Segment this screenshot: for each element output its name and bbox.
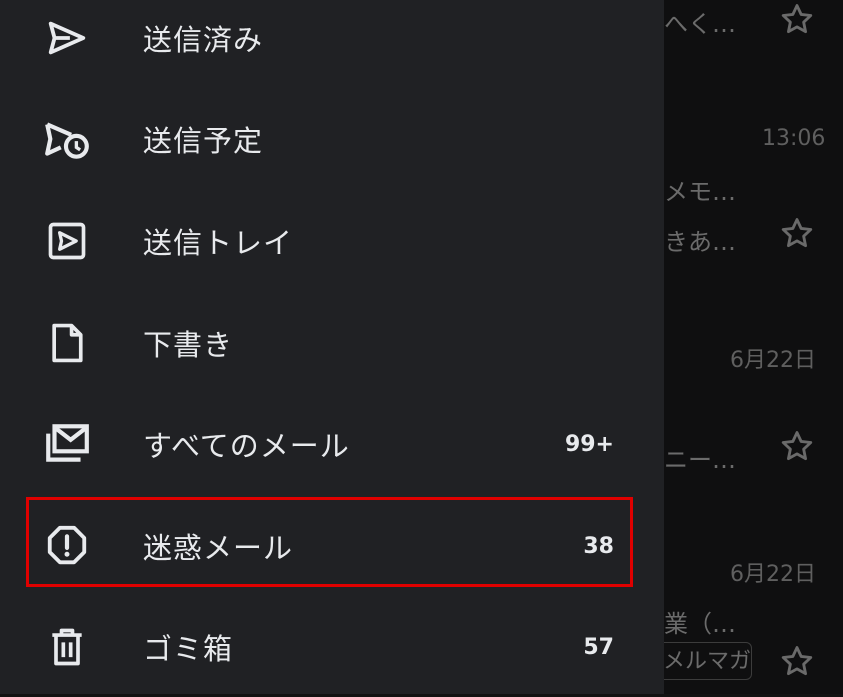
drawer-item-label: ゴミ箱 <box>143 632 234 666</box>
drawer-item-outbox[interactable]: 送信トレイ <box>0 191 664 291</box>
star-icon <box>778 427 816 465</box>
email-date: 6月22日 <box>730 348 816 373</box>
unread-count: 38 <box>583 533 614 559</box>
email-snippet: きあ… <box>664 228 736 256</box>
unread-count: 99+ <box>564 431 614 457</box>
draft-icon <box>40 316 94 370</box>
outbox-icon <box>40 214 94 268</box>
star-icon <box>778 0 816 38</box>
spam-icon <box>40 519 94 573</box>
email-snippet: メモ… <box>664 178 736 206</box>
drawer-item-sent[interactable]: 送信済み <box>0 0 664 88</box>
star-icon <box>778 642 816 680</box>
send-icon <box>40 11 94 65</box>
drawer-item-label: 下書き <box>143 328 234 362</box>
all-mail-icon <box>40 417 94 471</box>
scheduled-send-icon <box>40 112 94 166</box>
email-snippet: 業（… <box>664 610 736 638</box>
email-date: 13:06 <box>762 126 826 151</box>
navigation-drawer: 送信済み 送信予定 送信トレイ 下書き すべてのメール 99+ 迷惑メール 38… <box>0 0 664 694</box>
drawer-item-label: 送信予定 <box>143 124 264 158</box>
drawer-item-scheduled[interactable]: 送信予定 <box>0 89 664 189</box>
drawer-item-spam[interactable]: 迷惑メール 38 <box>0 496 664 596</box>
drawer-item-label: 送信済み <box>143 23 264 57</box>
star-icon <box>778 214 816 252</box>
trash-icon <box>40 620 94 674</box>
drawer-item-label: 迷惑メール <box>143 531 294 565</box>
email-snippet: へく… <box>664 10 736 38</box>
drawer-item-all-mail[interactable]: すべてのメール 99+ <box>0 394 664 494</box>
drawer-item-drafts[interactable]: 下書き <box>0 293 664 393</box>
unread-count: 57 <box>583 634 614 660</box>
drawer-item-label: すべてのメール <box>143 429 350 463</box>
drawer-item-label: 送信トレイ <box>143 226 294 260</box>
email-snippet: ニー… <box>664 446 736 474</box>
drawer-item-trash[interactable]: ゴミ箱 57 <box>0 597 664 697</box>
email-date: 6月22日 <box>730 562 816 587</box>
label-chip: メルマガ <box>652 642 752 680</box>
